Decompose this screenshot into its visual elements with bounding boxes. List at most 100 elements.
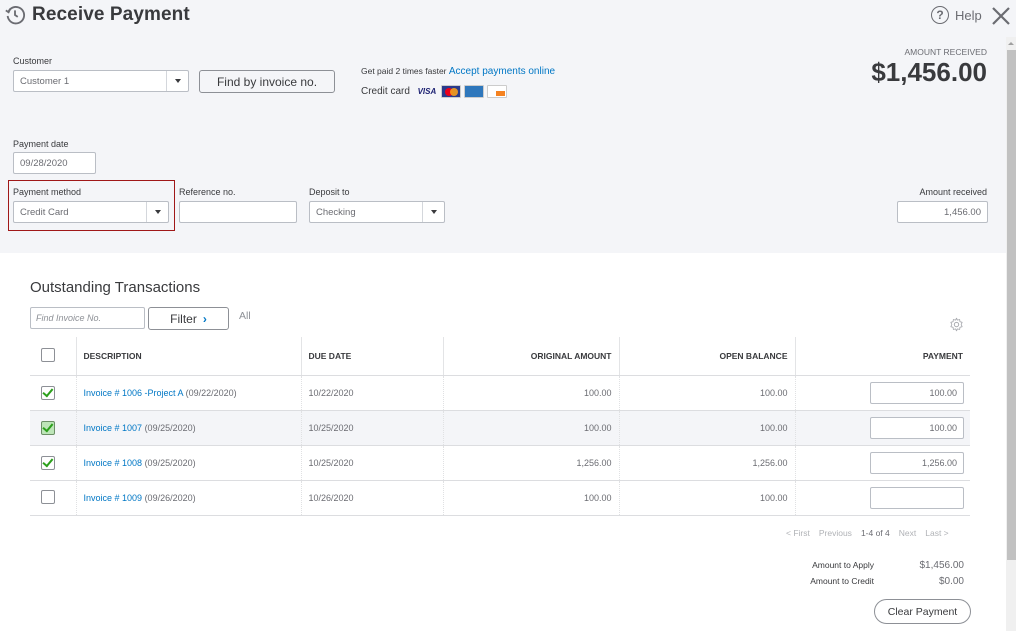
amount-received-value: 1,456.00 <box>944 206 981 218</box>
deposit-to-select[interactable]: Checking <box>309 201 445 223</box>
filter-status: All <box>239 310 251 322</box>
pager-first[interactable]: < First <box>786 528 810 538</box>
reference-input[interactable] <box>179 201 297 223</box>
original-amount-cell: 100.00 <box>442 410 619 446</box>
description-cell: Invoice # 1008 (09/25/2020) <box>75 445 301 481</box>
invoice-date: (09/26/2020) <box>144 492 196 503</box>
table-row: Invoice # 1006 -Project A (09/22/2020) 10… <box>30 375 970 411</box>
payment-method-label: Payment method <box>13 187 82 197</box>
pager-previous[interactable]: Previous <box>819 528 852 538</box>
open-balance-cell: 100.00 <box>618 410 795 446</box>
description-cell: Invoice # 1007 (09/25/2020) <box>75 410 301 446</box>
due-date-cell: 10/22/2020 <box>300 375 443 411</box>
row-checkbox[interactable] <box>41 420 55 435</box>
open-balance-cell: 100.00 <box>618 480 795 516</box>
title-bar: Receive Payment <box>4 4 190 26</box>
select-all-header <box>30 337 76 376</box>
gear-icon[interactable] <box>949 317 964 332</box>
promo-message: Get paid 2 times faster <box>361 66 447 76</box>
amount-to-credit-label: Amount to Credit <box>810 576 874 586</box>
invoice-link[interactable]: Invoice # 1008 <box>84 458 143 468</box>
help-icon: ? <box>931 6 949 24</box>
pager-last[interactable]: Last > <box>925 528 948 538</box>
vertical-scrollbar[interactable] <box>1006 37 1016 631</box>
amount-received-input[interactable]: 1,456.00 <box>897 201 988 223</box>
chevron-down-icon[interactable] <box>422 202 444 222</box>
customer-value: Customer 1 <box>20 75 70 87</box>
find-invoice-input[interactable]: Find Invoice No. <box>30 307 145 329</box>
column-header-open-balance[interactable]: OPEN BALANCE <box>618 337 795 376</box>
close-icon[interactable] <box>990 5 1012 27</box>
pager-next[interactable]: Next <box>899 528 916 538</box>
payment-input[interactable]: 100.00 <box>870 381 964 404</box>
payment-input[interactable]: 1,256.00 <box>870 451 964 474</box>
scrollbar-thumb[interactable] <box>1007 50 1016 560</box>
column-header-payment[interactable]: PAYMENT <box>794 337 970 376</box>
reference-label: Reference no. <box>179 187 236 197</box>
accept-payments-link[interactable]: Accept payments online <box>449 66 555 77</box>
payment-cell: 100.00 <box>794 375 970 411</box>
credit-card-logos: Credit card VISA <box>361 85 510 98</box>
invoice-link[interactable]: Invoice # 1006 -Project A <box>84 388 184 398</box>
row-select-cell <box>30 410 76 446</box>
credit-card-label: Credit card <box>361 86 410 97</box>
due-date-cell: 10/25/2020 <box>300 445 443 481</box>
column-header-original-amount[interactable]: ORIGINAL AMOUNT <box>442 337 619 376</box>
chevron-down-icon[interactable] <box>166 71 188 91</box>
select-all-checkbox[interactable] <box>41 347 55 362</box>
due-date-cell: 10/26/2020 <box>300 480 443 516</box>
customer-label: Customer <box>13 56 53 66</box>
payment-cell: 1,256.00 <box>794 445 970 481</box>
table-row: Invoice # 1007 (09/25/2020) 10/25/2020 100… <box>30 410 970 446</box>
deposit-to-value: Checking <box>316 206 356 218</box>
payment-cell <box>794 480 970 516</box>
invoice-date: (09/25/2020) <box>144 422 196 433</box>
clear-payment-button[interactable]: Clear Payment <box>874 599 971 624</box>
discover-logo-icon <box>486 85 507 98</box>
amount-to-apply-label: Amount to Apply <box>812 560 874 570</box>
invoice-link[interactable]: Invoice # 1007 <box>84 423 143 433</box>
payment-method-value: Credit Card <box>20 206 69 218</box>
column-header-due-date[interactable]: DUE DATE <box>300 337 443 376</box>
payment-input[interactable]: 100.00 <box>870 416 964 439</box>
amount-received-total: $1,456.00 <box>871 57 987 87</box>
row-checkbox[interactable] <box>41 489 55 504</box>
row-checkbox[interactable] <box>41 455 55 470</box>
description-cell: Invoice # 1006 -Project A (09/22/2020) <box>75 375 301 411</box>
help-button[interactable]: ? Help <box>931 6 982 24</box>
find-invoice-placeholder: Find Invoice No. <box>36 313 102 323</box>
table-header-row: DESCRIPTION DUE DATE ORIGINAL AMOUNT OPE… <box>30 337 970 376</box>
column-header-description[interactable]: DESCRIPTION <box>75 337 301 376</box>
customer-select[interactable]: Customer 1 <box>13 70 189 92</box>
table-row: Invoice # 1008 (09/25/2020) 10/25/2020 1,2… <box>30 445 970 481</box>
deposit-to-label: Deposit to <box>309 187 350 197</box>
original-amount-cell: 1,256.00 <box>442 445 619 481</box>
invoice-link[interactable]: Invoice # 1009 <box>84 493 143 503</box>
open-balance-cell: 1,256.00 <box>618 445 795 481</box>
payment-method-select[interactable]: Credit Card <box>13 201 169 223</box>
filter-label: Filter <box>170 311 197 326</box>
promo-text: Get paid 2 times faster Accept payments … <box>361 66 555 77</box>
outstanding-transactions-title: Outstanding Transactions <box>30 279 201 296</box>
amount-received-label: Amount received <box>919 187 987 197</box>
payment-date-input[interactable]: 09/28/2020 <box>13 152 96 174</box>
outstanding-transactions-table: DESCRIPTION DUE DATE ORIGINAL AMOUNT OPE… <box>30 337 970 516</box>
row-select-cell <box>30 445 76 481</box>
mastercard-logo-icon <box>440 85 461 98</box>
find-by-invoice-button[interactable]: Find by invoice no. <box>199 70 335 93</box>
invoice-date: (09/25/2020) <box>144 457 196 468</box>
help-label: Help <box>955 7 982 23</box>
amex-logo-icon <box>463 85 484 98</box>
filter-button[interactable]: Filter › <box>148 307 229 330</box>
scroll-up-arrow-icon[interactable] <box>1006 37 1016 49</box>
original-amount-cell: 100.00 <box>442 375 619 411</box>
payment-cell: 100.00 <box>794 410 970 446</box>
due-date-cell: 10/25/2020 <box>300 410 443 446</box>
amount-to-apply-value: $1,456.00 <box>919 560 965 571</box>
chevron-down-icon[interactable] <box>146 202 168 222</box>
original-amount-cell: 100.00 <box>442 480 619 516</box>
recent-transactions-icon[interactable] <box>4 4 26 26</box>
row-select-cell <box>30 375 76 411</box>
payment-input[interactable] <box>870 486 964 509</box>
row-checkbox[interactable] <box>41 385 55 400</box>
